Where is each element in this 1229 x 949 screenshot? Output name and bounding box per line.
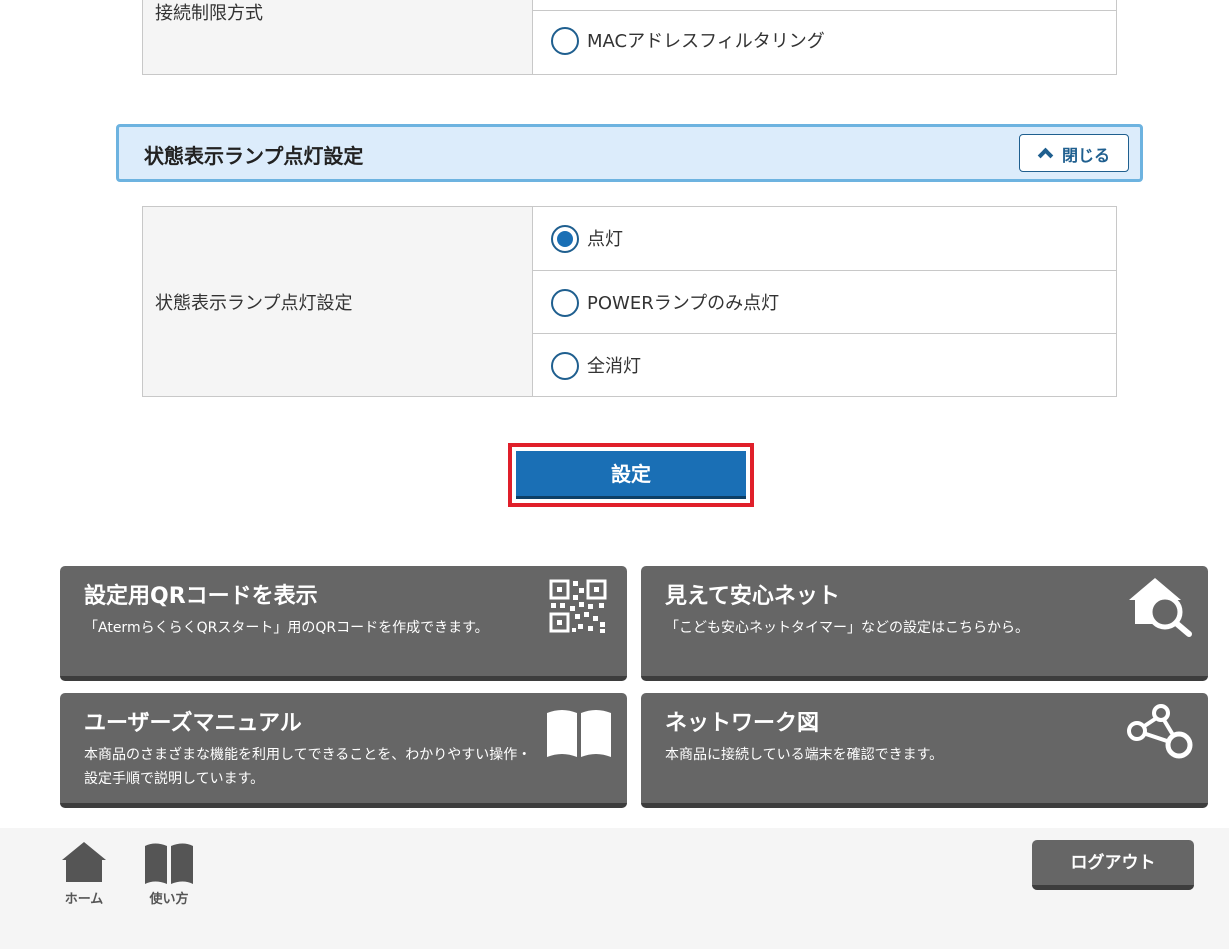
home-icon [62,842,106,882]
qr-code-icon [549,579,607,633]
house-search-icon [1129,578,1192,637]
home-label: ホーム [64,892,104,907]
option-label-lamp-all-off: 全消灯 [587,356,641,377]
card-desc-manual: 本商品のさまざまな機能を利用してできることを、わかりやすい操作・設定手順で説明し… [84,747,532,787]
card-network-map[interactable]: ネットワーク図 本商品に接続している端末を確認できます。 [641,693,1208,808]
option-label-lamp-power-only: POWERランプのみ点灯 [587,293,780,314]
lamp-section-header: 状態表示ランプ点灯設定 閉じる [116,124,1143,182]
connection-method-label: 接続制限方式 [155,3,263,24]
lamp-section-title: 状態表示ランプ点灯設定 [144,144,364,168]
option-label-mac-filter: MACアドレスフィルタリング [587,31,825,52]
radio-lamp-power-only[interactable] [551,289,579,317]
manual-link[interactable]: 使い方 [139,840,199,907]
card-desc-qr: 「AtermらくらくQRスタート」用のQRコードを作成できます。 [84,620,489,636]
card-title-manual: ユーザーズマニュアル [84,711,302,736]
option-label-lamp-on: 点灯 [587,229,623,250]
card-title-safe-net: 見えて安心ネット [665,584,840,609]
lamp-option-on[interactable]: 点灯 [533,207,1116,270]
connection-option-row-partial [533,0,1116,11]
close-button-label: 閉じる [1062,146,1111,165]
radio-lamp-all-off[interactable] [551,352,579,380]
card-title-qr: 設定用QRコードを表示 [84,584,318,609]
lamp-setting-label-cell: 状態表示ランプ点灯設定 [143,207,533,396]
lamp-setting-table: 状態表示ランプ点灯設定 点灯 POWERランプのみ点灯 全消灯 [142,206,1117,397]
footer-bar: ホーム 使い方 ログアウト [0,828,1229,949]
card-safe-net[interactable]: 見えて安心ネット 「こども安心ネットタイマー」などの設定はこちらから。 [641,566,1208,681]
logout-button[interactable]: ログアウト [1032,840,1194,890]
connection-method-table: 接続制限方式 MACアドレスフィルタリング [142,0,1117,75]
radio-lamp-on[interactable] [551,225,579,253]
close-button[interactable]: 閉じる [1019,134,1129,172]
network-icon [1127,704,1193,759]
home-link[interactable]: ホーム [54,840,114,907]
card-user-manual[interactable]: ユーザーズマニュアル 本商品のさまざまな機能を利用してできることを、わかりやすい… [60,693,627,808]
radio-mac-filter[interactable] [551,27,579,55]
connection-method-label-cell: 接続制限方式 [143,0,533,74]
book-icon [145,843,193,884]
apply-button-highlight: 設定 [508,443,754,507]
lamp-setting-label: 状態表示ランプ点灯設定 [155,293,353,314]
lamp-option-all-off[interactable]: 全消灯 [533,333,1116,396]
connection-option-mac[interactable]: MACアドレスフィルタリング [533,11,1116,74]
apply-button[interactable]: 設定 [516,451,746,499]
lamp-option-power-only[interactable]: POWERランプのみ点灯 [533,270,1116,333]
card-desc-network: 本商品に接続している端末を確認できます。 [665,747,944,763]
chevron-up-icon [1037,147,1054,164]
book-icon [547,710,611,757]
card-qr-code[interactable]: 設定用QRコードを表示 「AtermらくらくQRスタート」用のQRコードを作成で… [60,566,627,681]
card-title-network: ネットワーク図 [665,711,820,736]
card-desc-safe-net: 「こども安心ネットタイマー」などの設定はこちらから。 [665,620,1029,636]
manual-label: 使い方 [149,892,189,907]
